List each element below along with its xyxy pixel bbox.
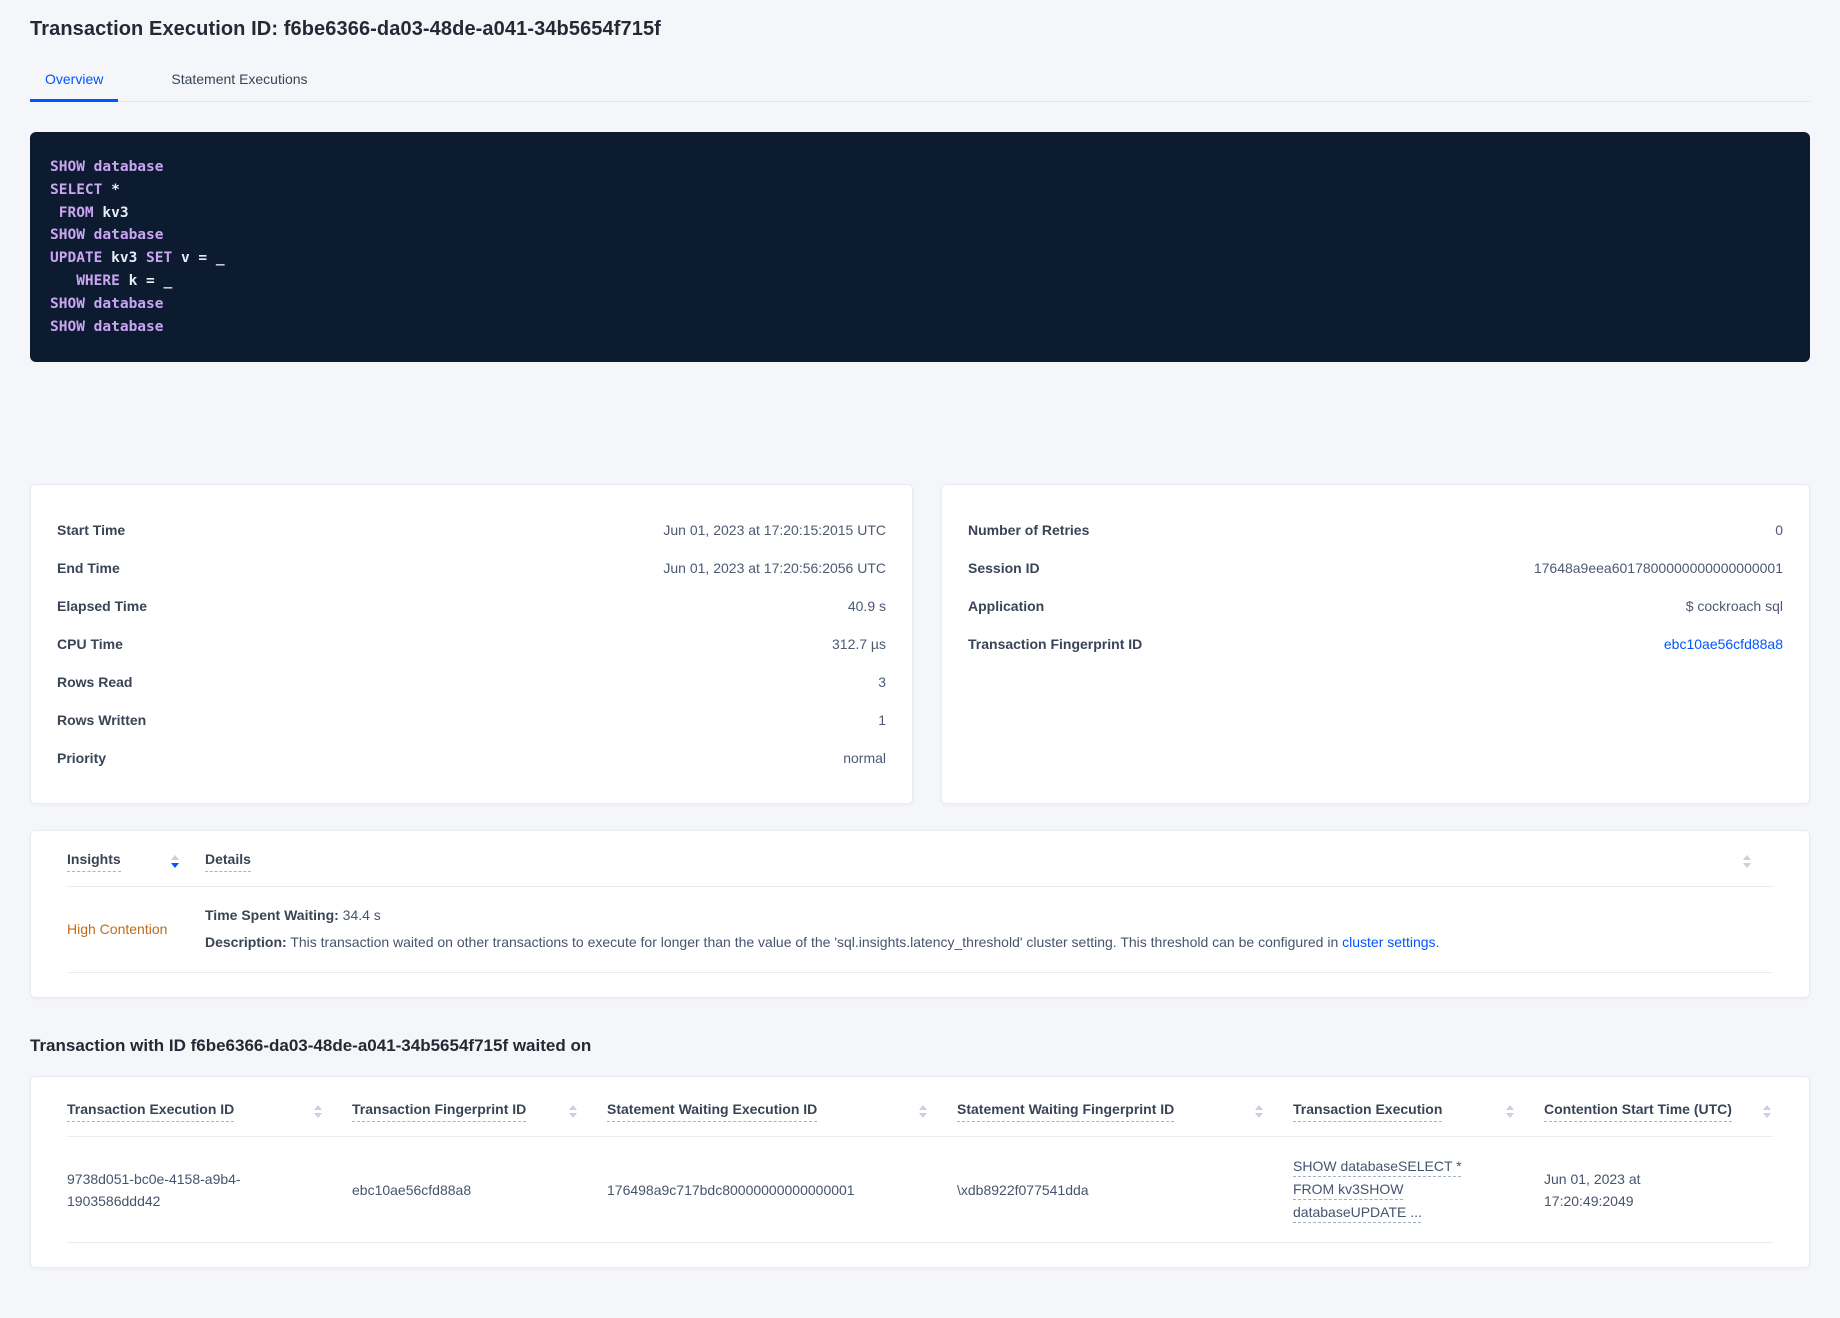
row-value: 3	[878, 674, 886, 691]
waited-on-heading: Transaction with ID f6be6366-da03-48de-a…	[30, 1036, 592, 1056]
insight-details: Time Spent Waiting: 34.4 s Description: …	[205, 905, 1773, 952]
sort-desc-icon[interactable]	[171, 855, 179, 869]
summary-row-cpu-time: CPU Time 312.7 µs	[57, 625, 886, 663]
row-label: Start Time	[57, 522, 126, 539]
tab-bar: Overview Statement Executions	[30, 63, 1810, 102]
row-label: Session ID	[968, 560, 1040, 577]
sql-line: WHERE k = _	[50, 272, 173, 289]
sort-icon[interactable]	[919, 1105, 927, 1119]
row-label: Priority	[57, 750, 107, 767]
sql-line: FROM kv3	[50, 204, 129, 221]
column-header-statement-waiting-fingerprint-id[interactable]: Statement Waiting Fingerprint ID	[957, 1101, 1293, 1123]
waited-on-table-row: 9738d051-bc0e-4158-a9b4-1903586ddd42 ebc…	[67, 1137, 1773, 1244]
row-value: 1	[878, 712, 886, 729]
row-label: Elapsed Time	[57, 598, 148, 615]
row-value: 312.7 µs	[832, 636, 886, 653]
row-value: 17648a9eea6017800000000000000001	[1533, 560, 1783, 577]
summary-row-application: Application $ cockroach sql	[968, 587, 1783, 625]
sort-icon[interactable]	[1763, 1105, 1771, 1119]
summary-row-retries: Number of Retries 0	[968, 511, 1783, 549]
page-title: Transaction Execution ID: f6be6366-da03-…	[30, 18, 661, 40]
insight-badge: High Contention	[67, 920, 168, 937]
insights-table-card: Insights Details High Contention Time Sp…	[30, 830, 1810, 999]
column-header-contention-start-time[interactable]: Contention Start Time (UTC)	[1544, 1101, 1773, 1123]
row-label: Rows Written	[57, 712, 147, 729]
session-info-card: Number of Retries 0 Session ID 17648a9ee…	[941, 484, 1810, 805]
cell-statement-waiting-execution-id: 176498a9c717bdc80000000000000001	[607, 1181, 855, 1198]
column-header-blank[interactable]	[1743, 855, 1773, 869]
sql-line: SHOW database	[50, 159, 164, 175]
column-header-transaction-execution[interactable]: Transaction Execution	[1293, 1101, 1544, 1123]
summary-row-end-time: End Time Jun 01, 2023 at 17:20:56:2056 U…	[57, 549, 886, 587]
row-label: CPU Time	[57, 636, 123, 653]
row-label: Application	[968, 598, 1045, 615]
insight-row: High Contention Time Spent Waiting: 34.4…	[67, 887, 1773, 974]
transaction-sql-statements: SHOW database SELECT * FROM kv3 SHOW dat…	[30, 132, 1810, 363]
cell-transaction-fingerprint-id: ebc10ae56cfd88a8	[352, 1181, 472, 1198]
sort-icon[interactable]	[1743, 855, 1751, 869]
column-header-insights[interactable]: Insights	[67, 851, 205, 873]
tab-overview[interactable]: Overview	[30, 63, 119, 102]
row-label: Number of Retries	[968, 522, 1090, 539]
transaction-details-page: Transaction Execution ID: f6be6366-da03-…	[0, 0, 1840, 1318]
sql-line: SHOW database	[50, 295, 164, 312]
waited-on-table-header: Transaction Execution ID Transaction Fin…	[67, 1077, 1773, 1138]
row-value: normal	[843, 750, 886, 767]
execution-timing-card: Start Time Jun 01, 2023 at 17:20:15:2015…	[30, 484, 913, 805]
sql-line: SELECT *	[50, 181, 120, 198]
summary-row-start-time: Start Time Jun 01, 2023 at 17:20:15:2015…	[57, 511, 886, 549]
column-header-details[interactable]: Details	[205, 851, 1743, 873]
sql-line: SHOW database	[50, 318, 164, 335]
sort-icon[interactable]	[1506, 1105, 1514, 1119]
transaction-fingerprint-link[interactable]: ebc10ae56cfd88a8	[1664, 636, 1783, 652]
cell-contention-start-time: Jun 01, 2023 at 17:20:49:2049	[1544, 1170, 1641, 1209]
cell-transaction-execution: SHOW databaseSELECT * FROM kv3SHOW datab…	[1293, 1155, 1544, 1224]
column-header-transaction-execution-id[interactable]: Transaction Execution ID	[67, 1101, 352, 1123]
summary-row-rows-read: Rows Read 3	[57, 663, 886, 701]
cluster-settings-link[interactable]: cluster settings	[1342, 934, 1435, 950]
row-value: Jun 01, 2023 at 17:20:15:2015 UTC	[663, 522, 886, 539]
column-header-transaction-fingerprint-id[interactable]: Transaction Fingerprint ID	[352, 1101, 607, 1123]
waited-on-table-card: Transaction Execution ID Transaction Fin…	[30, 1076, 1810, 1269]
cell-statement-waiting-fingerprint-id: \xdb8922f077541dda	[957, 1181, 1089, 1198]
row-value: 40.9 s	[847, 598, 886, 615]
summary-row-rows-written: Rows Written 1	[57, 701, 886, 739]
summary-row-elapsed-time: Elapsed Time 40.9 s	[57, 587, 886, 625]
column-header-statement-waiting-execution-id[interactable]: Statement Waiting Execution ID	[607, 1101, 957, 1123]
sort-icon[interactable]	[569, 1105, 577, 1119]
row-value: 0	[1775, 522, 1783, 539]
row-value: Jun 01, 2023 at 17:20:56:2056 UTC	[663, 560, 886, 577]
sort-icon[interactable]	[1255, 1105, 1263, 1119]
summary-row-session-id: Session ID 17648a9eea6017800000000000000…	[968, 549, 1783, 587]
sort-icon[interactable]	[314, 1105, 322, 1119]
sql-line: UPDATE kv3 SET v = _	[50, 250, 225, 267]
summary-row-priority: Priority normal	[57, 739, 886, 777]
insight-description: Description: This transaction waited on …	[205, 934, 1440, 951]
sql-line: SHOW database	[50, 227, 164, 244]
row-label: End Time	[57, 560, 120, 577]
transaction-execution-sql-preview[interactable]: SHOW databaseSELECT * FROM kv3SHOW datab…	[1293, 1158, 1462, 1220]
row-label: Rows Read	[57, 674, 133, 691]
summary-cards-row: Start Time Jun 01, 2023 at 17:20:15:2015…	[30, 484, 1810, 805]
cell-transaction-execution-id: 9738d051-bc0e-4158-a9b4-1903586ddd42	[67, 1170, 241, 1209]
row-label: Transaction Fingerprint ID	[968, 636, 1143, 653]
summary-row-transaction-fingerprint: Transaction Fingerprint ID ebc10ae56cfd8…	[968, 625, 1783, 663]
time-spent-waiting: Time Spent Waiting: 34.4 s	[205, 907, 381, 924]
row-value: $ cockroach sql	[1685, 598, 1783, 615]
tab-statement-executions[interactable]: Statement Executions	[156, 63, 322, 102]
insights-table-header: Insights Details	[67, 831, 1773, 888]
